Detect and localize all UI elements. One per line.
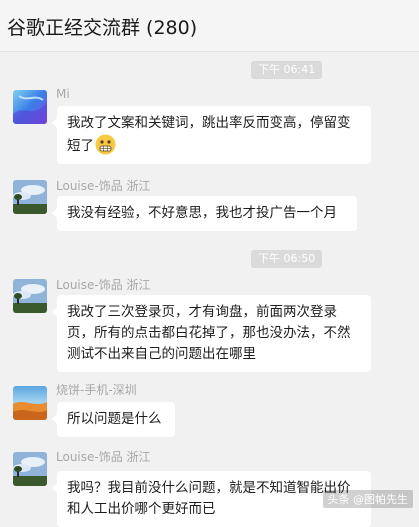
timestamp: 下午 06:50 [251,250,323,268]
blue-abstract-avatar-icon [13,90,47,124]
message-text: 我改了三次登录页，才有询盘，前面两次登录页，所有的点击都白花掉了，那也没办法，不… [67,304,351,362]
avatar[interactable] [13,386,47,420]
grimacing-face-emoji-icon [95,134,116,155]
message-bubble[interactable]: 我没有经验，不好意思，我也才投广告一个月 [52,196,357,231]
sender-name: Louise-饰品 浙江 [56,179,151,193]
chat-header: 谷歌正经交流群 (280) [0,0,419,52]
message-text: 我吗？我目前没什么问题，就是不知道智能出价和人工出价哪个更好而已 [67,480,351,517]
sky-landscape-avatar-icon [13,279,47,313]
message-text: 所以问题是什么 [67,411,162,427]
timestamp: 下午 06:41 [251,61,323,79]
desert-dune-avatar-icon [13,386,47,420]
sender-name: Louise-饰品 浙江 [56,278,151,292]
sky-landscape-avatar-icon [13,452,47,486]
watermark: 头条 @图帕先生 [322,490,413,508]
message-bubble[interactable]: 所以问题是什么 [52,402,175,437]
avatar[interactable] [13,279,47,313]
message-bubble[interactable]: 我改了文案和关键词，跳出率反而变高，停留变短了 [52,106,371,164]
sender-name: Mi [56,87,70,101]
message-text: 我没有经验，不好意思，我也才投广告一个月 [67,205,337,221]
group-title[interactable]: 谷歌正经交流群 (280) [7,13,197,40]
sky-landscape-avatar-icon [13,180,47,214]
sender-name: Louise-饰品 浙江 [56,450,151,464]
sender-name: 烧饼-手机-深圳 [56,383,137,397]
message-bubble[interactable]: 我改了三次登录页，才有询盘，前面两次登录页，所有的点击都白花掉了，那也没办法，不… [52,295,371,372]
avatar[interactable] [13,180,47,214]
avatar[interactable] [13,452,47,486]
avatar[interactable] [13,90,47,124]
